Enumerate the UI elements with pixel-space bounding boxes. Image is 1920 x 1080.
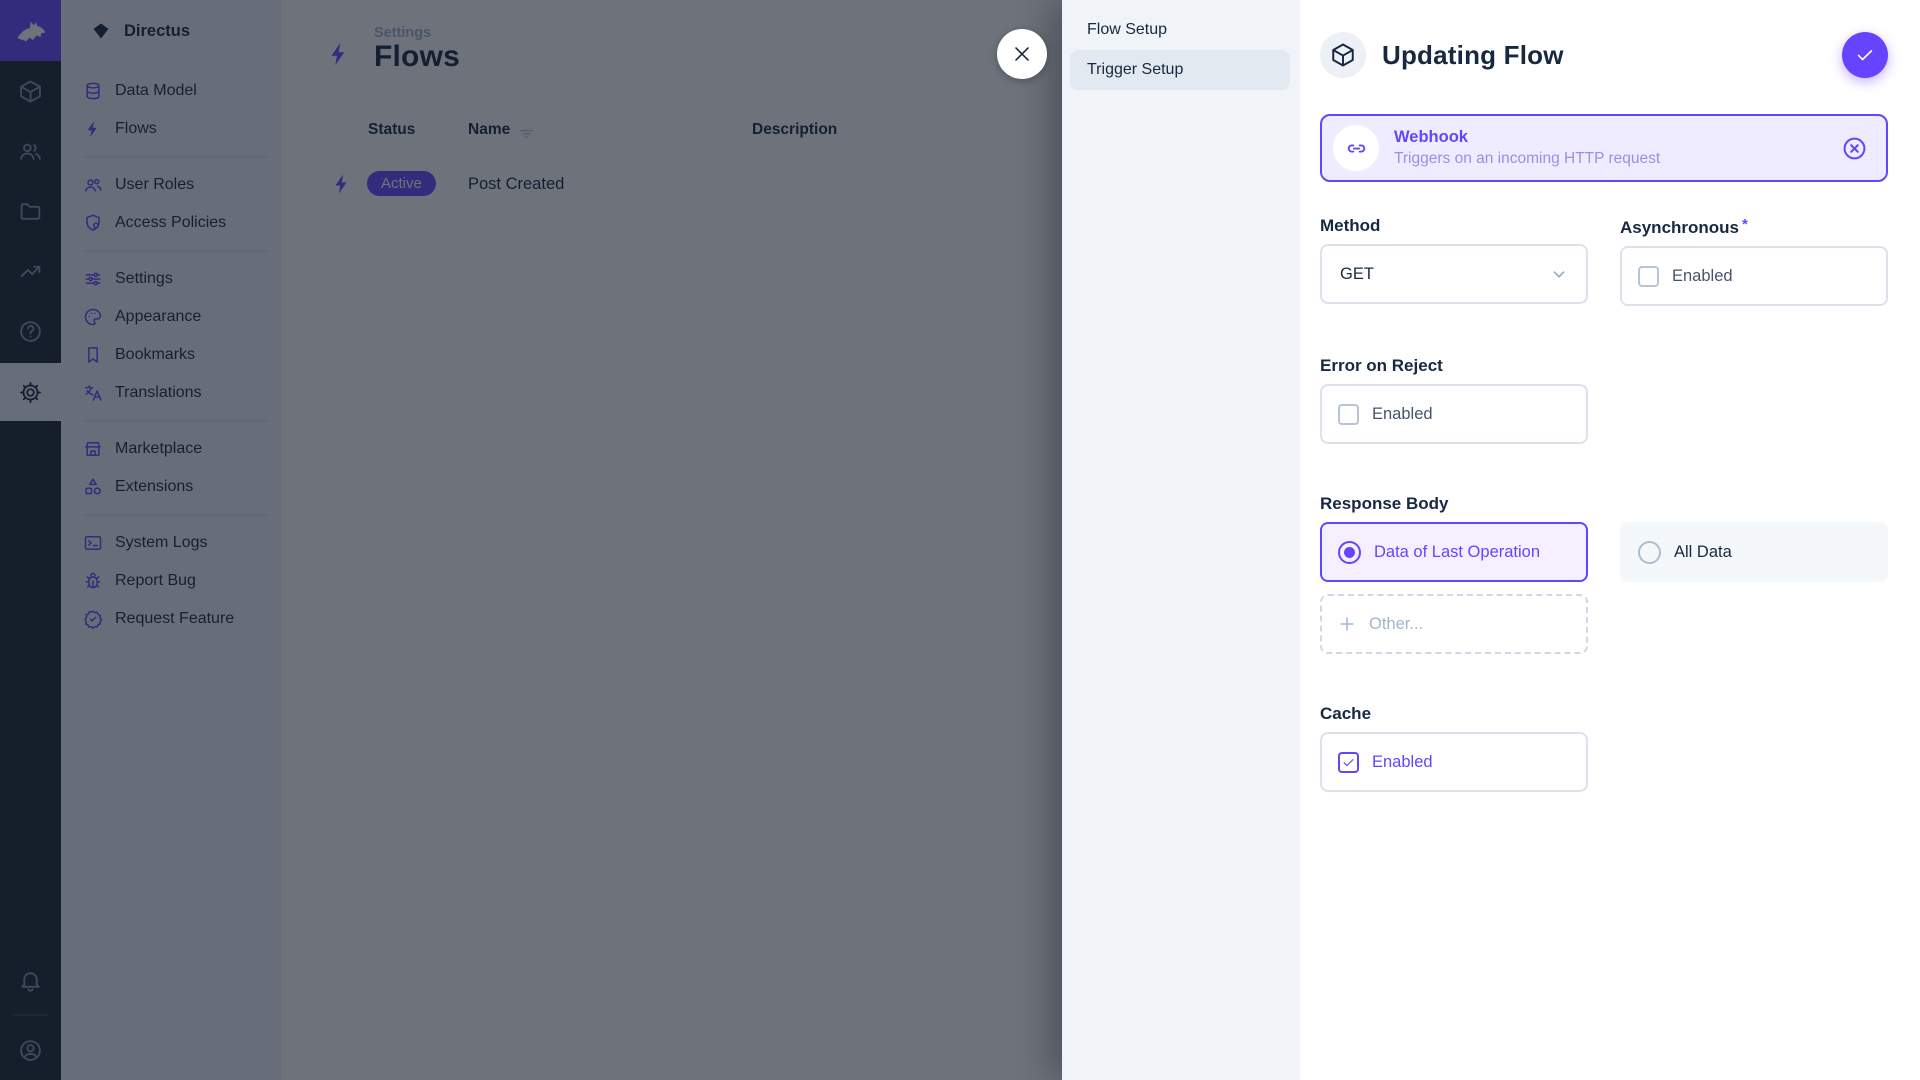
drawer-nav-trigger-setup[interactable]: Trigger Setup — [1070, 50, 1290, 90]
link-icon — [1344, 136, 1369, 161]
drawer-title-icon-circle — [1320, 32, 1366, 78]
cache-label: Cache — [1320, 704, 1888, 724]
radio-label: All Data — [1674, 543, 1732, 562]
checkbox-unchecked-icon — [1338, 404, 1359, 425]
method-field: Method GET — [1320, 216, 1588, 306]
response-body-other-button[interactable]: Other... — [1320, 594, 1588, 654]
asynchronous-field: Asynchronous* Enabled — [1620, 216, 1888, 306]
radio-unselected-icon — [1638, 541, 1661, 564]
checkbox-checked-icon — [1338, 752, 1359, 773]
check-icon — [1854, 44, 1876, 66]
asynchronous-checkbox-label: Enabled — [1672, 267, 1733, 286]
drawer-overlay[interactable] — [0, 0, 1062, 1080]
drawer-header: Updating Flow — [1320, 32, 1888, 78]
method-label: Method — [1320, 216, 1588, 236]
drawer-title: Updating Flow — [1382, 40, 1564, 71]
asynchronous-label: Asynchronous* — [1620, 216, 1888, 238]
asynchronous-checkbox[interactable]: Enabled — [1620, 246, 1888, 306]
cache-section: Cache Enabled — [1320, 704, 1888, 792]
plus-icon — [1337, 614, 1357, 634]
method-select[interactable]: GET — [1320, 244, 1588, 304]
radio-selected-icon — [1338, 541, 1361, 564]
radio-data-of-last-operation[interactable]: Data of Last Operation — [1320, 522, 1588, 582]
webhook-trigger-card: Webhook Triggers on an incoming HTTP req… — [1320, 114, 1888, 182]
other-label: Other... — [1369, 615, 1423, 634]
error-on-reject-label: Error on Reject — [1320, 356, 1888, 376]
error-on-reject-section: Error on Reject Enabled — [1320, 356, 1888, 444]
drawer-nav-flow-setup[interactable]: Flow Setup — [1070, 10, 1290, 50]
webhook-subtitle: Triggers on an incoming HTTP request — [1394, 150, 1660, 168]
radio-label: Data of Last Operation — [1374, 543, 1540, 562]
error-on-reject-checkbox-label: Enabled — [1372, 405, 1433, 424]
close-drawer-button[interactable] — [997, 29, 1047, 79]
save-button[interactable] — [1842, 32, 1888, 78]
cache-checkbox-label: Enabled — [1372, 753, 1433, 772]
required-asterisk: * — [1742, 216, 1748, 233]
drawer-nav: Flow Setup Trigger Setup — [1062, 0, 1300, 1080]
drawer-main: Updating Flow Webhook Triggers on an inc… — [1300, 0, 1920, 1080]
response-body-section: Response Body Data of Last Operation All… — [1320, 494, 1888, 654]
error-on-reject-checkbox[interactable]: Enabled — [1320, 384, 1588, 444]
checkbox-unchecked-icon — [1638, 266, 1659, 287]
cube-icon — [1330, 42, 1356, 68]
radio-all-data[interactable]: All Data — [1620, 522, 1888, 582]
chevron-down-icon — [1548, 263, 1570, 285]
close-icon — [1011, 43, 1033, 65]
webhook-title: Webhook — [1394, 128, 1660, 147]
flow-drawer: Flow Setup Trigger Setup Updating Flow W… — [1062, 0, 1920, 1080]
method-async-section: Method GET Asynchronous* Enabled — [1320, 216, 1888, 306]
cache-checkbox[interactable]: Enabled — [1320, 732, 1588, 792]
method-select-value: GET — [1340, 265, 1374, 284]
webhook-icon-circle — [1333, 125, 1379, 171]
webhook-texts: Webhook Triggers on an incoming HTTP req… — [1394, 128, 1660, 168]
deselect-trigger-icon[interactable] — [1841, 135, 1868, 162]
response-body-label: Response Body — [1320, 494, 1888, 514]
